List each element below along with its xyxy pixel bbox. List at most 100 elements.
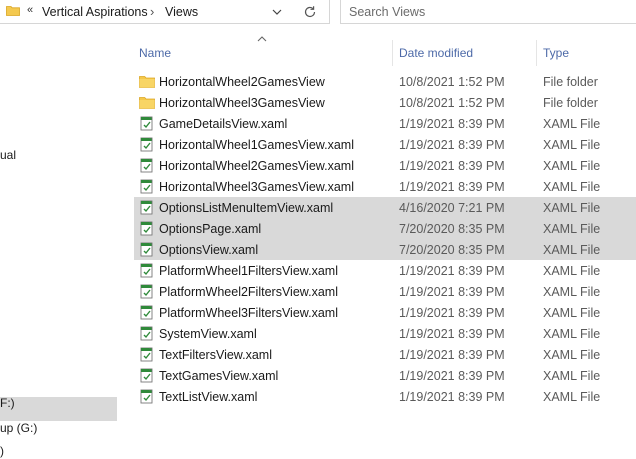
file-row[interactable]: TextListView.xaml 1/19/2021 8:39 PM XAML F… (134, 386, 636, 407)
xaml-file-icon (139, 326, 155, 341)
file-type: XAML File (543, 180, 601, 194)
nav-item-selected[interactable] (0, 397, 117, 421)
xaml-file-icon (139, 158, 155, 173)
file-date-modified: 1/19/2021 8:39 PM (399, 180, 505, 194)
breadcrumb-views[interactable]: Views (165, 5, 198, 19)
xaml-file-icon (139, 116, 155, 131)
file-type: XAML File (543, 285, 601, 299)
file-name: PlatformWheel2FiltersView.xaml (159, 285, 338, 299)
breadcrumb-vertical-aspirations[interactable]: Vertical Aspirations (42, 5, 148, 19)
file-type: XAML File (543, 222, 601, 236)
file-type: XAML File (543, 201, 601, 215)
file-row[interactable]: HorizontalWheel3GamesView 10/8/2021 1:52 … (134, 92, 636, 113)
xaml-file-icon (139, 221, 155, 236)
breadcrumb-separator[interactable]: › (150, 4, 154, 19)
file-row[interactable]: OptionsPage.xaml 7/20/2020 8:35 PM XAML Fi… (134, 218, 636, 239)
file-date-modified: 1/19/2021 8:39 PM (399, 369, 505, 383)
file-date-modified: 1/19/2021 8:39 PM (399, 138, 505, 152)
file-row[interactable]: GameDetailsView.xaml 1/19/2021 8:39 PM XAM… (134, 113, 636, 134)
file-date-modified: 1/19/2021 8:39 PM (399, 306, 505, 320)
search-input[interactable]: Search Views (340, 0, 636, 24)
file-date-modified: 4/16/2020 7:21 PM (399, 201, 505, 215)
address-bar[interactable]: « Vertical Aspirations › Views (0, 0, 330, 24)
file-name: HorizontalWheel3GamesView (159, 96, 325, 110)
file-type: XAML File (543, 159, 601, 173)
file-date-modified: 10/8/2021 1:52 PM (399, 96, 505, 110)
file-name: GameDetailsView.xaml (159, 117, 288, 131)
file-type: XAML File (543, 264, 601, 278)
file-name: HorizontalWheel1GamesView.xaml (159, 138, 354, 152)
nav-item-partial[interactable]: ual (0, 148, 16, 162)
sort-ascending-icon (257, 36, 267, 42)
file-type: XAML File (543, 348, 601, 362)
file-date-modified: 1/19/2021 8:39 PM (399, 390, 505, 404)
file-row[interactable]: OptionsListMenuItemView.xaml 4/16/2020 7:… (134, 197, 636, 218)
column-header-name[interactable]: Name (139, 46, 171, 60)
file-type: XAML File (543, 327, 601, 341)
navigation-pane: ual F:) up (G:) ) (0, 30, 118, 459)
column-header-type[interactable]: Type (543, 46, 569, 60)
xaml-file-icon (139, 305, 155, 320)
folder-icon (6, 6, 20, 16)
file-date-modified: 7/20/2020 8:35 PM (399, 222, 505, 236)
column-divider[interactable] (536, 40, 537, 66)
file-date-modified: 1/19/2021 8:39 PM (399, 285, 505, 299)
chevron-down-icon[interactable] (268, 3, 286, 21)
file-row[interactable]: TextFiltersView.xaml 1/19/2021 8:39 PM XAM… (134, 344, 636, 365)
xaml-file-icon (139, 263, 155, 278)
overflow-breadcrumb[interactable]: « (27, 4, 33, 16)
file-name: OptionsView.xaml (159, 243, 259, 257)
file-name: HorizontalWheel2GamesView (159, 75, 325, 89)
column-header-date-modified[interactable]: Date modified (399, 46, 473, 60)
file-type: XAML File (543, 369, 601, 383)
file-row[interactable]: HorizontalWheel3GamesView.xaml 1/19/2021 … (134, 176, 636, 197)
file-name: OptionsPage.xaml (159, 222, 262, 236)
file-type: File folder (543, 96, 598, 110)
file-type: XAML File (543, 117, 601, 131)
file-type: XAML File (543, 138, 601, 152)
file-date-modified: 1/19/2021 8:39 PM (399, 117, 505, 131)
search-placeholder: Search Views (349, 5, 426, 19)
file-date-modified: 1/19/2021 8:39 PM (399, 348, 505, 362)
xaml-file-icon (139, 242, 155, 257)
file-row[interactable]: PlatformWheel2FiltersView.xaml 1/19/2021 … (134, 281, 636, 302)
file-type: XAML File (543, 390, 601, 404)
file-type: XAML File (543, 306, 601, 320)
file-name: SystemView.xaml (159, 327, 257, 341)
folder-icon (139, 74, 155, 89)
nav-item-partial-bottom[interactable]: ) (0, 444, 4, 458)
file-row[interactable]: TextGamesView.xaml 1/19/2021 8:39 PM XAML … (134, 365, 636, 386)
file-type: File folder (543, 75, 598, 89)
file-name: TextGamesView.xaml (159, 369, 279, 383)
xaml-file-icon (139, 368, 155, 383)
file-type: XAML File (543, 243, 601, 257)
nav-item-drive-g[interactable]: up (G:) (0, 421, 37, 435)
file-row[interactable]: PlatformWheel1FiltersView.xaml 1/19/2021 … (134, 260, 636, 281)
xaml-file-icon (139, 137, 155, 152)
file-name: TextFiltersView.xaml (159, 348, 272, 362)
file-name: HorizontalWheel2GamesView.xaml (159, 159, 354, 173)
xaml-file-icon (139, 179, 155, 194)
file-date-modified: 10/8/2021 1:52 PM (399, 75, 505, 89)
file-name: OptionsListMenuItemView.xaml (159, 201, 334, 215)
folder-icon (139, 95, 155, 110)
file-date-modified: 1/19/2021 8:39 PM (399, 159, 505, 173)
column-divider[interactable] (392, 40, 393, 66)
file-row[interactable]: PlatformWheel3FiltersView.xaml 1/19/2021 … (134, 302, 636, 323)
file-date-modified: 7/20/2020 8:35 PM (399, 243, 505, 257)
file-row[interactable]: HorizontalWheel2GamesView.xaml 1/19/2021 … (134, 155, 636, 176)
file-row[interactable]: HorizontalWheel2GamesView 10/8/2021 1:52 … (134, 71, 636, 92)
xaml-file-icon (139, 347, 155, 362)
file-row[interactable]: HorizontalWheel1GamesView.xaml 1/19/2021 … (134, 134, 636, 155)
xaml-file-icon (139, 389, 155, 404)
file-name: PlatformWheel1FiltersView.xaml (159, 264, 338, 278)
file-row[interactable]: OptionsView.xaml 7/20/2020 8:35 PM XAML Fi… (134, 239, 636, 260)
nav-item-drive-f[interactable]: F:) (0, 396, 15, 410)
file-date-modified: 1/19/2021 8:39 PM (399, 327, 505, 341)
file-name: PlatformWheel3FiltersView.xaml (159, 306, 338, 320)
file-name: TextListView.xaml (159, 390, 258, 404)
file-date-modified: 1/19/2021 8:39 PM (399, 264, 505, 278)
xaml-file-icon (139, 284, 155, 299)
file-row[interactable]: SystemView.xaml 1/19/2021 8:39 PM XAML Fil… (134, 323, 636, 344)
refresh-icon[interactable] (300, 3, 320, 21)
